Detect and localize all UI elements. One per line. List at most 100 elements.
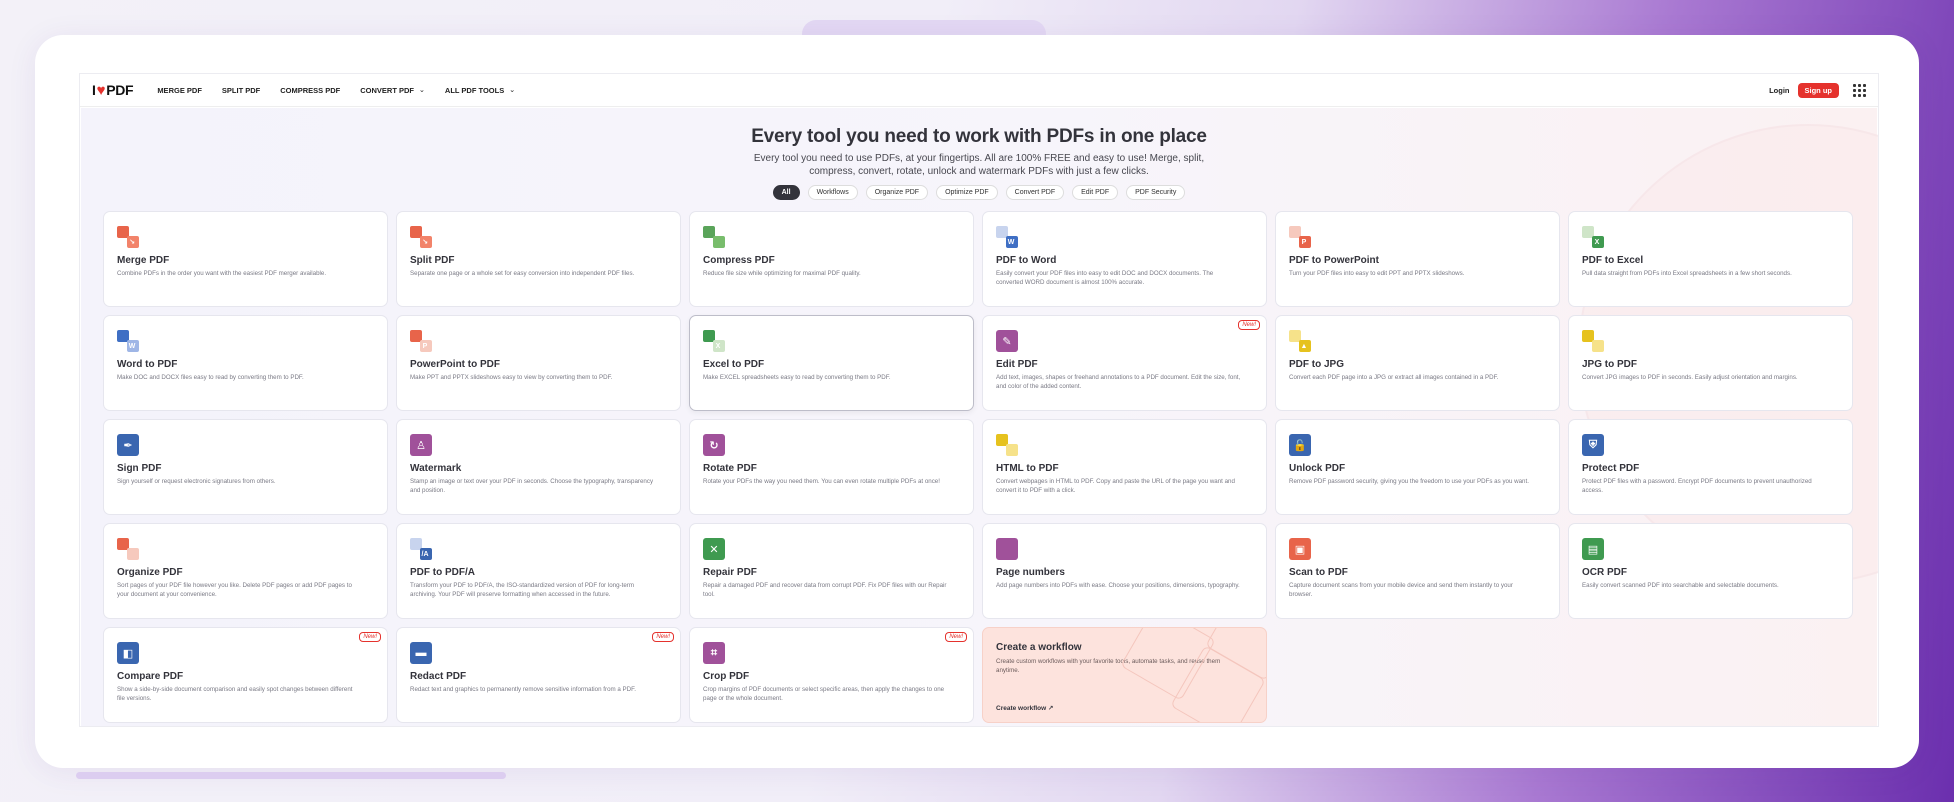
- tool-description: Add text, images, shapes or freehand ann…: [996, 374, 1241, 390]
- tool-title: PDF to PDF/A: [410, 567, 475, 578]
- tool-description: Redact text and graphics to permanently …: [410, 686, 636, 693]
- filter-chip-optimize-pdf[interactable]: Optimize PDF: [936, 185, 998, 200]
- tool-card-compress-pdf[interactable]: Compress PDF Reduce file size while optim…: [689, 211, 974, 307]
- create-workflow-card[interactable]: Create a workflow Create custom workflows…: [982, 627, 1267, 723]
- tool-description: Make DOC and DOCX files easy to read by …: [117, 374, 304, 381]
- tool-title: Compare PDF: [117, 671, 184, 682]
- tool-title: Watermark: [410, 463, 462, 474]
- chevron-down-icon: ⌄: [509, 87, 516, 94]
- watermark-icon: ♙: [410, 434, 432, 456]
- tool-description: Capture document scans from your mobile …: [1289, 582, 1513, 598]
- powerpoint-to-pdf-icon: P: [410, 330, 432, 352]
- tool-card-scan-to-pdf[interactable]: ▣ Scan to PDF Capture document scans from …: [1275, 523, 1560, 619]
- tool-title: Word to PDF: [117, 359, 178, 370]
- tool-card-unlock-pdf[interactable]: 🔓 Unlock PDF Remove PDF password security,…: [1275, 419, 1560, 515]
- tool-description: Transform your PDF to PDF/A, the ISO-sta…: [410, 582, 634, 598]
- new-badge: New!: [359, 632, 381, 642]
- tool-card-powerpoint-to-pdf[interactable]: P PowerPoint to PDF Make PPT and PPTX slid…: [396, 315, 681, 411]
- tool-description: Easily convert scanned PDF into searchab…: [1582, 582, 1779, 589]
- filter-chip-edit-pdf[interactable]: Edit PDF: [1072, 185, 1119, 200]
- nav-item-label: CONVERT PDF: [360, 85, 415, 95]
- tool-title: Unlock PDF: [1289, 463, 1346, 474]
- word-to-pdf-icon: W: [117, 330, 139, 352]
- page-subtitle: Every tool you need to use PDFs, at your…: [753, 153, 1205, 177]
- crop-pdf-icon: ⌗: [703, 642, 725, 664]
- tool-card-repair-pdf[interactable]: ✕ Repair PDF Repair a damaged PDF and reco…: [689, 523, 974, 619]
- tool-description: Make EXCEL spreadsheets easy to read by …: [703, 374, 891, 381]
- logo-text-left: I: [92, 82, 96, 98]
- logo-text-right: PDF: [106, 82, 134, 98]
- tool-description: Protect PDF files with a password. Encry…: [1582, 478, 1812, 494]
- nav-item-merge-pdf[interactable]: MERGE PDF: [157, 86, 202, 95]
- tool-card-html-to-pdf[interactable]: HTML to PDF Convert webpages in HTML to P…: [982, 419, 1267, 515]
- tool-title: Redact PDF: [410, 671, 467, 682]
- nav-item-split-pdf[interactable]: SPLIT PDF: [222, 86, 260, 95]
- page-title: Every tool you need to work with PDFs in…: [751, 126, 1207, 147]
- tool-card-pdf-to-excel[interactable]: X PDF to Excel Pull data straight from PDF…: [1568, 211, 1853, 307]
- tool-description: Easily convert your PDF files into easy …: [996, 270, 1214, 286]
- tool-card-split-pdf[interactable]: ↘ Split PDF Separate one page or a whole s…: [396, 211, 681, 307]
- tool-title: Split PDF: [410, 255, 455, 266]
- nav-item-convert-pdf[interactable]: CONVERT PDF ⌄: [360, 86, 425, 95]
- pdf-to-pdfa-icon: /A: [410, 538, 432, 560]
- tool-title: PDF to Excel: [1582, 255, 1644, 266]
- login-link[interactable]: Login: [1769, 86, 1789, 95]
- tool-title: PDF to Word: [996, 255, 1057, 266]
- tool-title: Repair PDF: [703, 567, 757, 578]
- tool-card-page-numbers[interactable]: Page numbers Add page numbers into PDFs w…: [982, 523, 1267, 619]
- tool-card-rotate-pdf[interactable]: ↻ Rotate PDF Rotate your PDFs the way you …: [689, 419, 974, 515]
- tool-card-pdf-to-pdf-a[interactable]: /A PDF to PDF/A Transform your PDF to PDF/…: [396, 523, 681, 619]
- create-workflow-link[interactable]: Create workflow ↗: [996, 704, 1053, 712]
- nav-item-label: COMPRESS PDF: [280, 85, 341, 95]
- tool-title: Excel to PDF: [703, 359, 765, 370]
- ocr-pdf-icon: ▤: [1582, 538, 1604, 560]
- tool-grid: ↘ Merge PDF Combine PDFs in the order you …: [103, 211, 1853, 723]
- tool-card-pdf-to-jpg[interactable]: ▲ PDF to JPG Convert each PDF page into a …: [1275, 315, 1560, 411]
- merge-icon: ↘: [117, 226, 139, 248]
- tool-card-jpg-to-pdf[interactable]: JPG to PDF Convert JPG images to PDF in s…: [1568, 315, 1853, 411]
- signup-button[interactable]: Sign up: [1797, 82, 1839, 98]
- filter-chip-pdf-security[interactable]: PDF Security: [1126, 185, 1186, 200]
- tool-card-redact-pdf[interactable]: ▬ Redact PDF Redact text and graphics to p…: [396, 627, 681, 723]
- organize-pdf-icon: [117, 538, 139, 560]
- tool-card-merge-pdf[interactable]: ↘ Merge PDF Combine PDFs in the order you …: [103, 211, 388, 307]
- tool-card-word-to-pdf[interactable]: W Word to PDF Make DOC and DOCX files easy…: [103, 315, 388, 411]
- nav-right: Login Sign up: [1769, 82, 1866, 98]
- tool-description: Rotate your PDFs the way you need them. …: [703, 478, 940, 485]
- logo[interactable]: I ♥ PDF: [92, 82, 134, 99]
- tool-card-pdf-to-word[interactable]: W PDF to Word Easily convert your PDF file…: [982, 211, 1267, 307]
- filter-chips: All Workflows Organize PDF Optimize PDF Conv…: [80, 185, 1878, 200]
- tool-card-pdf-to-powerpoint[interactable]: P PDF to PowerPoint Turn your PDF files in…: [1275, 211, 1560, 307]
- tool-card-excel-to-pdf[interactable]: X Excel to PDF Make EXCEL spreadsheets eas…: [689, 315, 974, 411]
- nav-menu: MERGE PDF SPLIT PDF COMPRESS PDF CONVERT PD…: [157, 86, 535, 95]
- redact-pdf-icon: ▬: [410, 642, 432, 664]
- excel-to-pdf-icon: X: [703, 330, 725, 352]
- nav-item-label: ALL PDF TOOLS: [444, 85, 505, 95]
- tool-card-ocr-pdf[interactable]: ▤ OCR PDF Easily convert scanned PDF into …: [1568, 523, 1853, 619]
- nav-item-compress-pdf[interactable]: COMPRESS PDF: [280, 86, 340, 95]
- tool-title: Edit PDF: [996, 359, 1038, 370]
- tool-card-crop-pdf[interactable]: ⌗ Crop PDF Crop margins of PDF documents o…: [689, 627, 974, 723]
- tool-card-edit-pdf[interactable]: ✎ Edit PDF Add text, images, shapes or fre…: [982, 315, 1267, 411]
- edit-pdf-icon: ✎: [996, 330, 1018, 352]
- tool-description: Convert JPG images to PDF in seconds. Ea…: [1582, 374, 1798, 381]
- filter-chip-all[interactable]: All: [772, 185, 800, 200]
- tool-card-protect-pdf[interactable]: ⛨ Protect PDF Protect PDF files with a pas…: [1568, 419, 1853, 515]
- filter-chip-convert-pdf[interactable]: Convert PDF: [1005, 185, 1065, 200]
- tool-card-compare-pdf[interactable]: ◧ Compare PDF Show a side-by-side document…: [103, 627, 388, 723]
- tool-title: Sign PDF: [117, 463, 162, 474]
- filter-chip-workflows[interactable]: Workflows: [807, 185, 858, 200]
- tool-description: Add page numbers into PDFs with ease. Ch…: [996, 582, 1240, 589]
- tool-card-organize-pdf[interactable]: Organize PDF Sort pages of your PDF file …: [103, 523, 388, 619]
- tool-description: Convert webpages in HTML to PDF. Copy an…: [996, 478, 1235, 494]
- tool-card-sign-pdf[interactable]: ✒ Sign PDF Sign yourself or request electr…: [103, 419, 388, 515]
- filter-chip-organize-pdf[interactable]: Organize PDF: [865, 185, 929, 200]
- nav-item-all-pdf-tools[interactable]: ALL PDF TOOLS ⌄: [445, 86, 515, 95]
- tool-description: Show a side-by-side document comparison …: [117, 686, 353, 702]
- tool-title: Compress PDF: [703, 255, 775, 266]
- unlock-pdf-icon: 🔓: [1289, 434, 1311, 456]
- apps-grid-icon[interactable]: [1853, 83, 1866, 97]
- pdf-to-jpg-icon: ▲: [1289, 330, 1311, 352]
- tool-card-watermark[interactable]: ♙ Watermark Stamp an image or text over yo…: [396, 419, 681, 515]
- nav-item-label: SPLIT PDF: [221, 85, 261, 95]
